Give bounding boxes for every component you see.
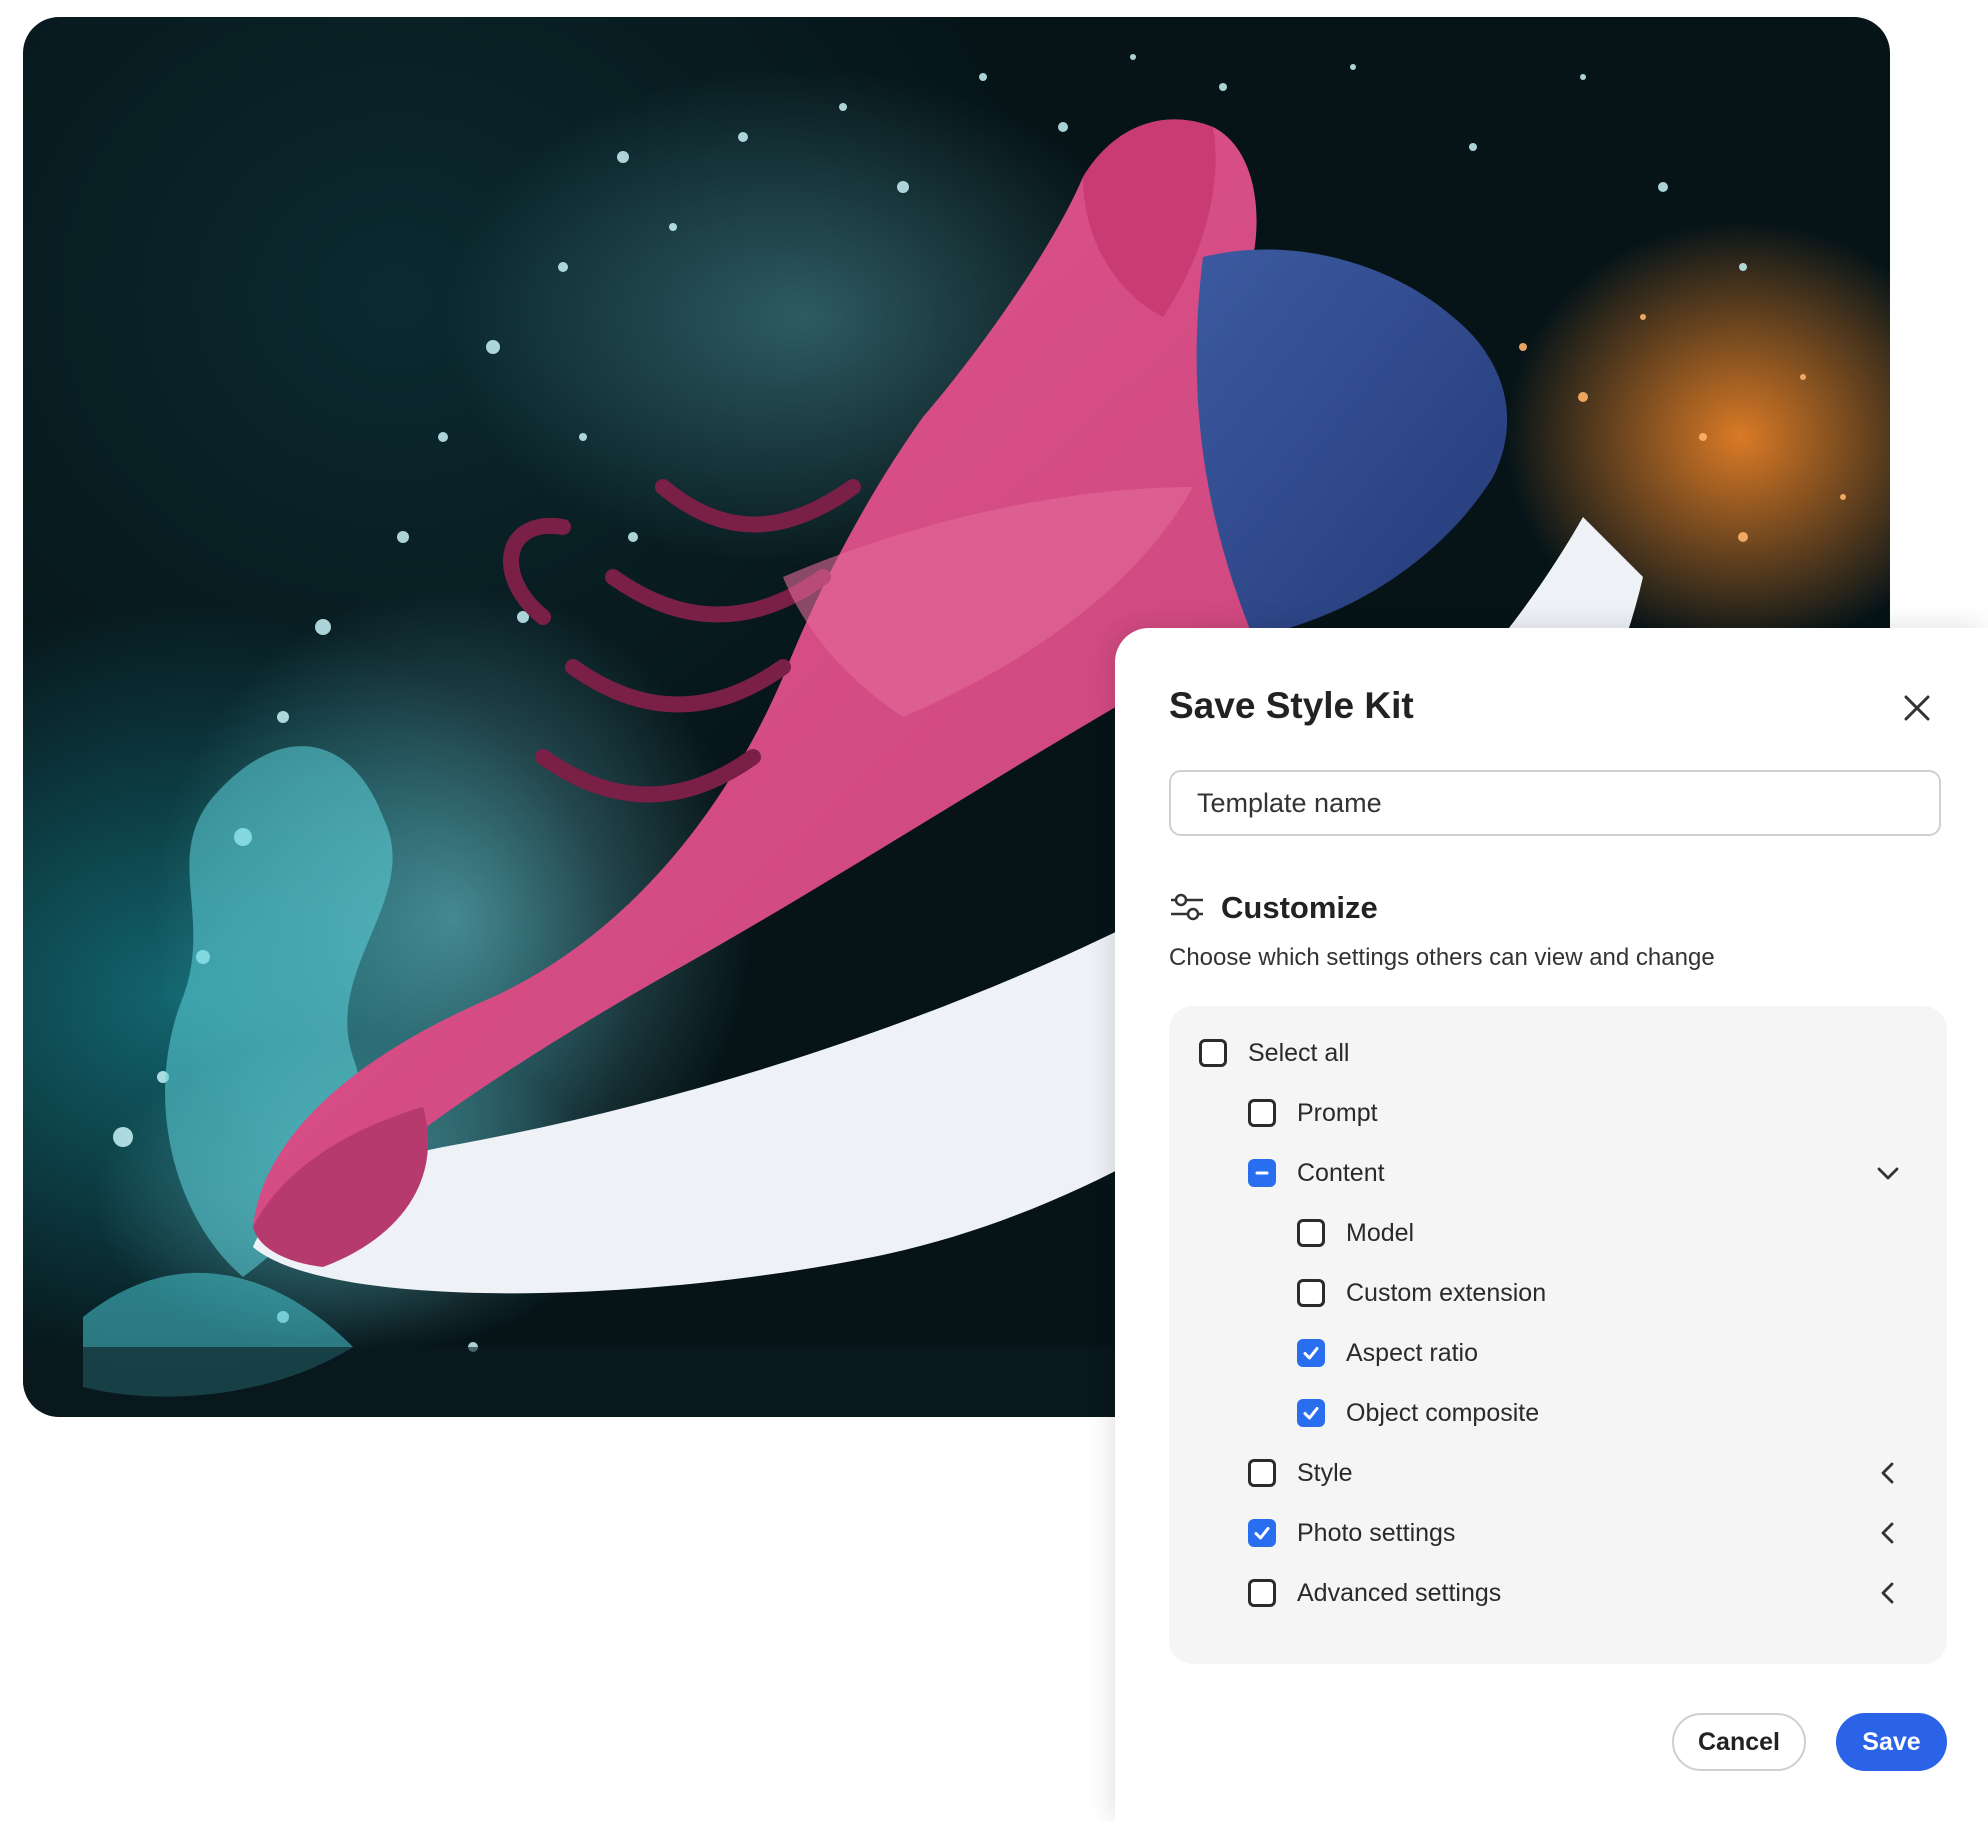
checkmark-icon xyxy=(1303,1407,1319,1420)
aspect-ratio-checkbox[interactable] xyxy=(1297,1339,1325,1367)
model-option[interactable]: Model xyxy=(1297,1213,1414,1253)
object-composite-option[interactable]: Object composite xyxy=(1297,1393,1539,1433)
cancel-button[interactable]: Cancel xyxy=(1672,1713,1806,1771)
aspect-ratio-option[interactable]: Aspect ratio xyxy=(1297,1333,1478,1373)
chevron-left-icon xyxy=(1881,1522,1894,1544)
style-expand-toggle[interactable] xyxy=(1873,1458,1903,1488)
option-label: Prompt xyxy=(1297,1098,1378,1127)
style-option[interactable]: Style xyxy=(1248,1453,1353,1493)
advanced-settings-checkbox[interactable] xyxy=(1248,1579,1276,1607)
settings-checklist: Select all Prompt Content Model Custom e… xyxy=(1169,1006,1947,1664)
object-composite-checkbox[interactable] xyxy=(1297,1399,1325,1427)
option-label: Model xyxy=(1346,1218,1415,1247)
select-all-option[interactable]: Select all xyxy=(1199,1033,1349,1073)
photo-settings-checkbox[interactable] xyxy=(1248,1519,1276,1547)
style-checkbox[interactable] xyxy=(1248,1459,1276,1487)
prompt-option[interactable]: Prompt xyxy=(1248,1093,1378,1133)
dash-icon xyxy=(1255,1171,1269,1175)
sliders-icon xyxy=(1171,893,1203,921)
option-label: Aspect ratio xyxy=(1346,1338,1479,1367)
advanced-settings-option[interactable]: Advanced settings xyxy=(1248,1573,1501,1613)
option-label: Photo settings xyxy=(1297,1518,1456,1547)
close-icon xyxy=(1904,695,1930,721)
custom-extension-checkbox[interactable] xyxy=(1297,1279,1325,1307)
prompt-checkbox[interactable] xyxy=(1248,1099,1276,1127)
template-name-input[interactable] xyxy=(1169,770,1941,836)
chevron-down-icon xyxy=(1877,1167,1899,1180)
option-label: Style xyxy=(1297,1458,1353,1487)
option-label: Content xyxy=(1297,1158,1385,1187)
model-checkbox[interactable] xyxy=(1297,1219,1325,1247)
dialog-title: Save Style Kit xyxy=(1169,685,1414,726)
customize-heading: Customize xyxy=(1221,890,1378,925)
photo-settings-expand-toggle[interactable] xyxy=(1873,1518,1903,1548)
option-label: Advanced settings xyxy=(1297,1578,1502,1607)
save-button[interactable]: Save xyxy=(1836,1713,1947,1771)
checkmark-icon xyxy=(1254,1527,1270,1540)
option-label: Custom extension xyxy=(1346,1278,1547,1307)
chevron-left-icon xyxy=(1881,1582,1894,1604)
close-button[interactable] xyxy=(1899,690,1935,726)
option-label: Select all xyxy=(1248,1038,1350,1067)
select-all-checkbox[interactable] xyxy=(1199,1039,1227,1067)
customize-description: Choose which settings others can view an… xyxy=(1169,944,1715,971)
content-collapse-toggle[interactable] xyxy=(1873,1158,1903,1188)
save-style-kit-dialog: Save Style Kit Customize Choose which se… xyxy=(1115,628,1988,1822)
photo-settings-option[interactable]: Photo settings xyxy=(1248,1513,1455,1553)
content-option[interactable]: Content xyxy=(1248,1153,1385,1193)
custom-extension-option[interactable]: Custom extension xyxy=(1297,1273,1546,1313)
advanced-settings-expand-toggle[interactable] xyxy=(1873,1578,1903,1608)
option-label: Object composite xyxy=(1346,1398,1540,1427)
content-checkbox[interactable] xyxy=(1248,1159,1276,1187)
chevron-left-icon xyxy=(1881,1462,1894,1484)
checkmark-icon xyxy=(1303,1347,1319,1360)
